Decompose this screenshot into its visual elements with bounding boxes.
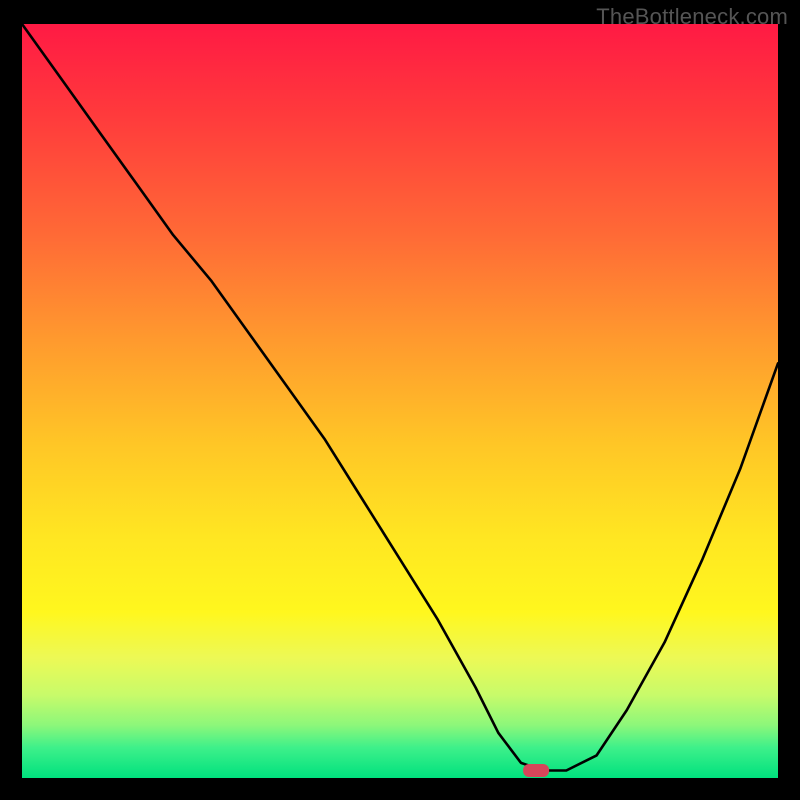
chart-frame: TheBottleneck.com xyxy=(0,0,800,800)
bottleneck-curve xyxy=(22,24,778,771)
plot-svg xyxy=(22,24,778,778)
watermark-text: TheBottleneck.com xyxy=(596,4,788,30)
plot-area xyxy=(22,24,778,778)
minimum-marker xyxy=(523,764,549,777)
